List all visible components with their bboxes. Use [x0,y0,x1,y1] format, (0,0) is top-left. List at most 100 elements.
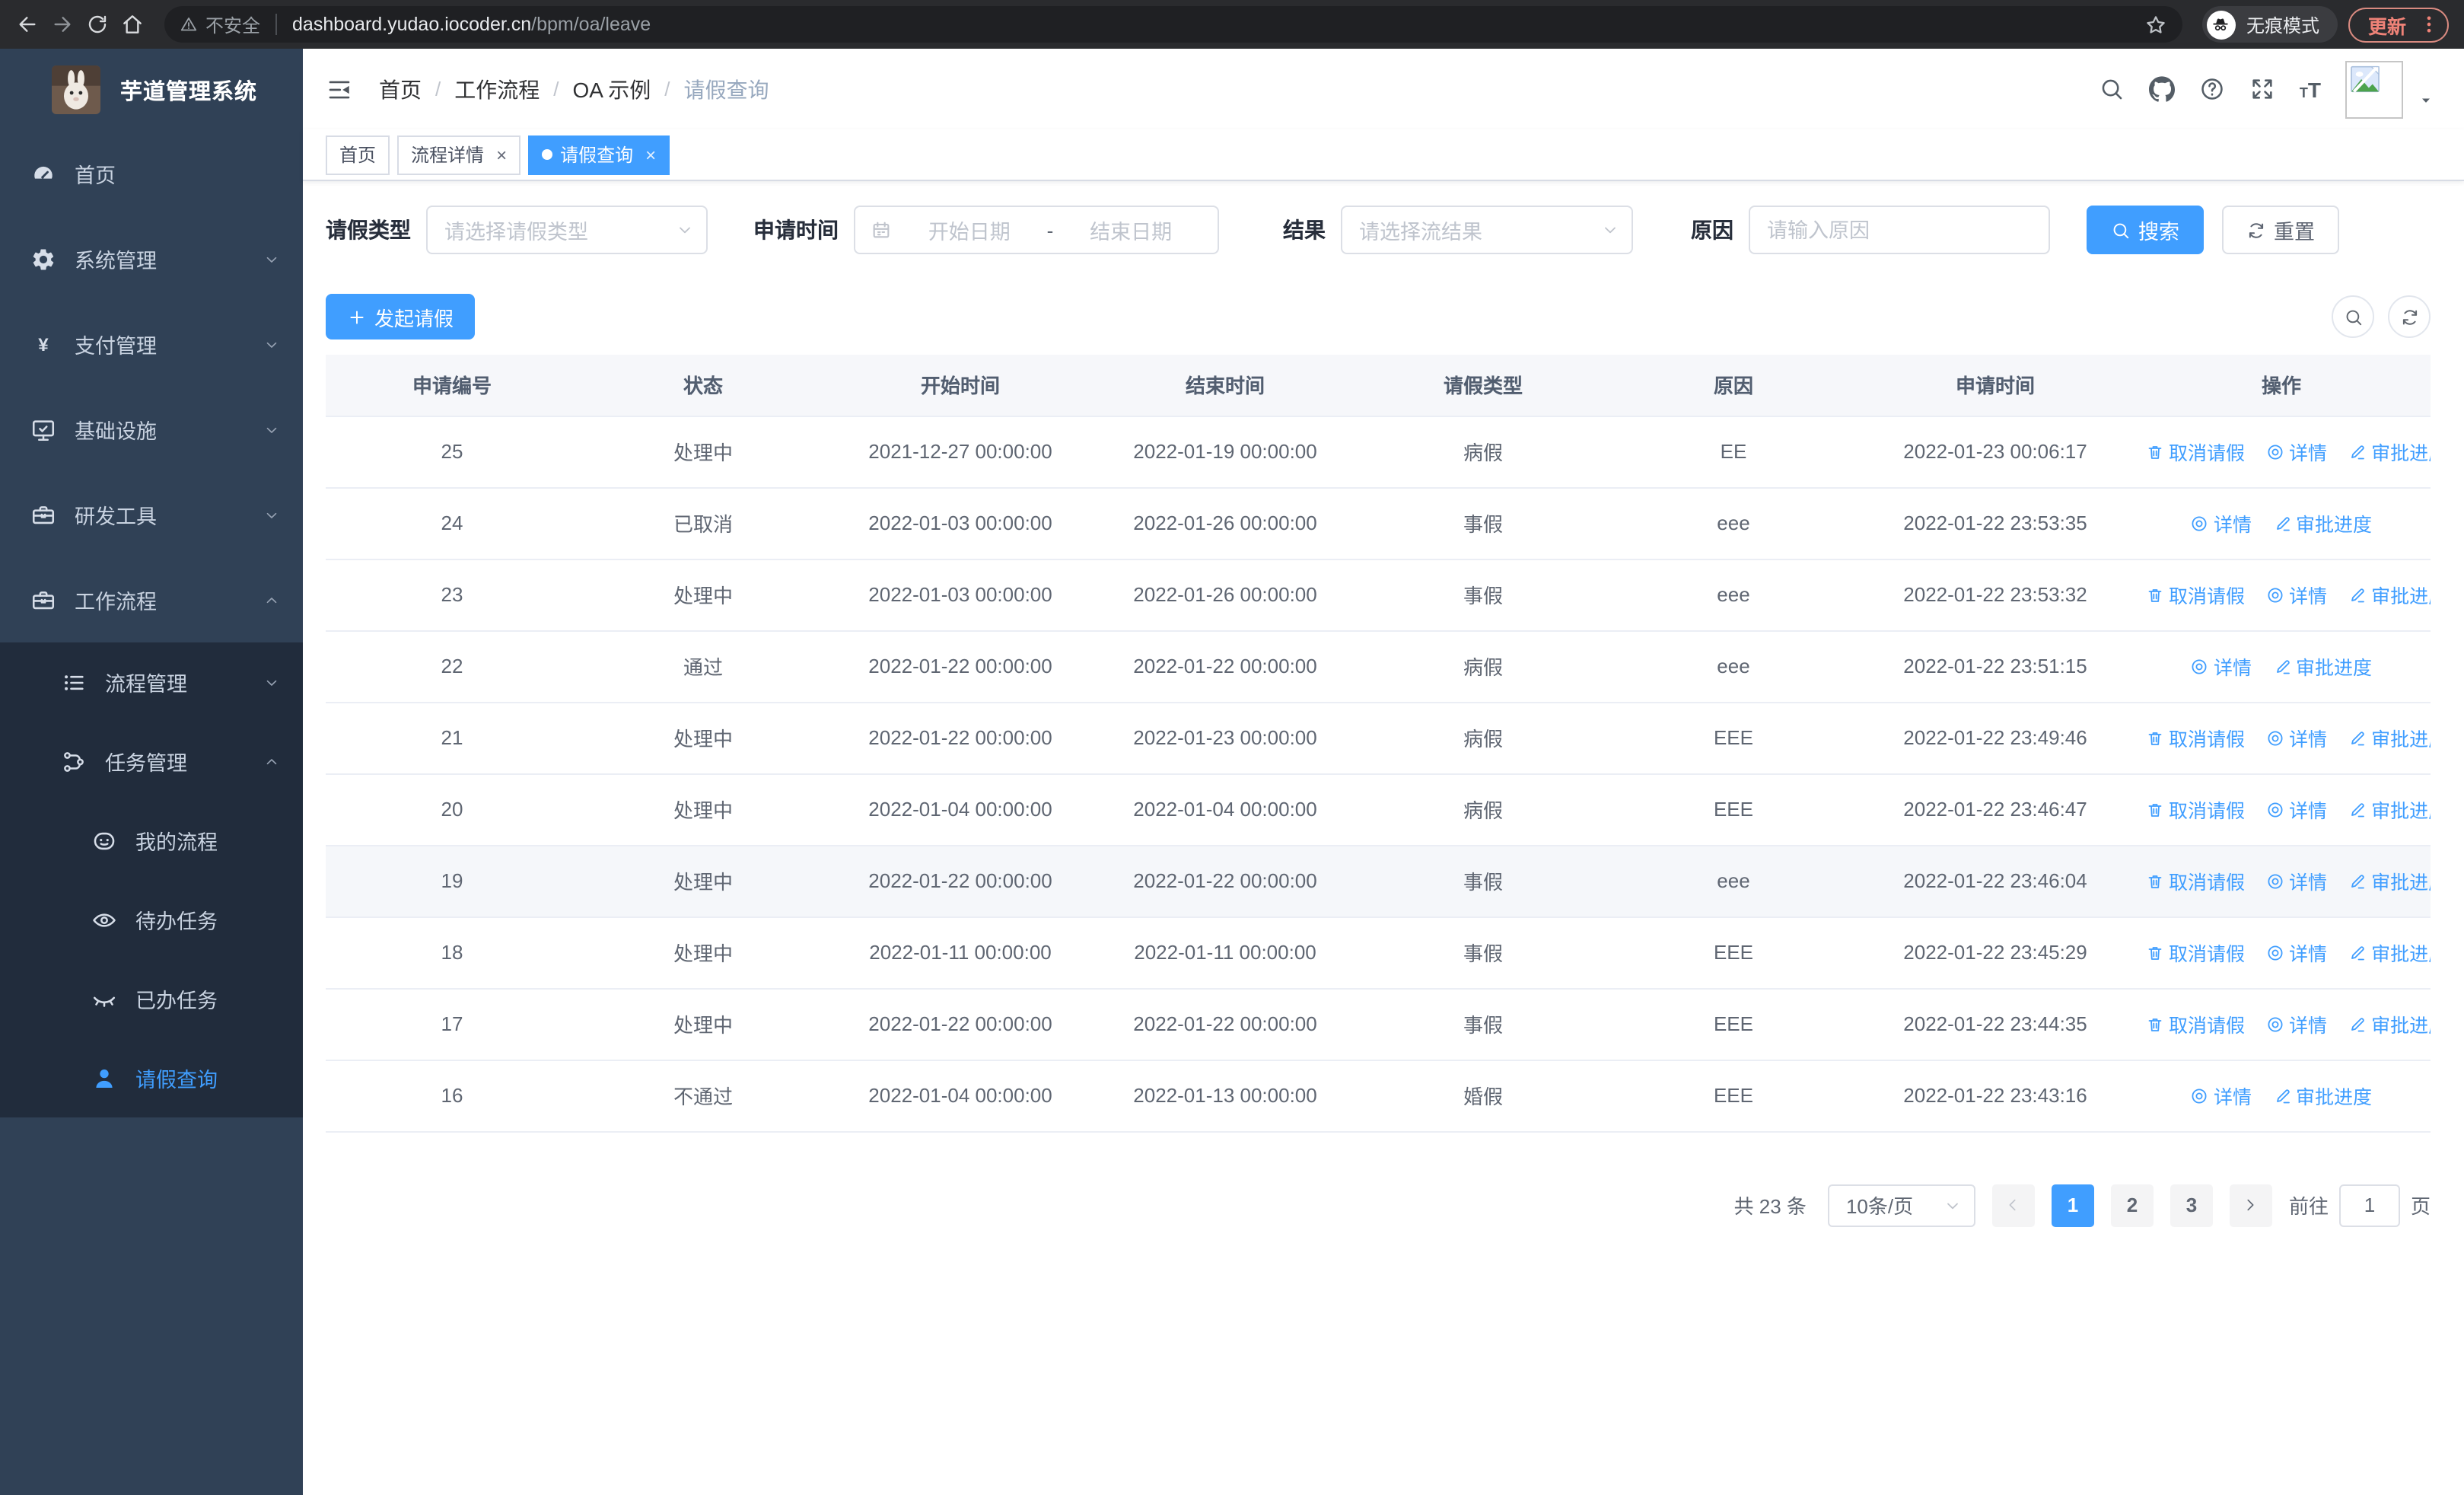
security-indicator[interactable]: 不安全 [180,11,260,37]
breadcrumb-item[interactable]: OA 示例 [573,74,651,104]
search-button[interactable]: 搜索 [2087,206,2204,254]
action-progress-link[interactable]: 审批进度 [2348,795,2431,824]
sidebar-logo-row[interactable]: 芋道管理系统 [0,49,303,131]
action-detail-link[interactable]: 详情 [2266,437,2327,466]
column-header: 原因 [1609,355,1858,416]
action-detail-link[interactable]: 详情 [2191,508,2252,537]
browser-update-button[interactable]: 更新 [2348,7,2449,42]
avatar-caret-icon[interactable] [2418,92,2434,107]
result-select[interactable]: 请选择流结果 [1341,206,1633,254]
reason-label: 原因 [1691,218,1733,242]
sidebar-item-workflow[interactable]: 工作流程 [0,557,303,642]
action-progress-link[interactable]: 审批进度 [2348,938,2431,967]
leave-table: 申请编号 状态 开始时间 结束时间 请假类型 原因 申请时间 操作 25 处理中 2021-1… [326,355,2431,1132]
briefcase-icon [30,587,56,613]
address-bar[interactable]: 不安全 dashboard.yudao.iocoder.cn/bpm/oa/le… [164,6,2182,43]
action-progress-link[interactable]: 审批进度 [2273,652,2372,681]
action-progress-link[interactable]: 审批进度 [2273,508,2372,537]
header-search-icon[interactable] [2099,76,2125,102]
browser-forward-button[interactable] [50,12,75,37]
action-cancel-link[interactable]: 取消请假 [2146,866,2245,895]
action-progress-link[interactable]: 审批进度 [2348,723,2431,752]
action-detail-link[interactable]: 详情 [2266,938,2327,967]
url-text: dashboard.yudao.iocoder.cn/bpm/oa/leave [292,14,651,35]
reason-field-wrap [1749,206,2050,254]
cell-end-time: 2022-01-26 00:00:00 [1093,487,1358,559]
action-detail-link[interactable]: 详情 [2191,652,2252,681]
action-progress-link[interactable]: 审批进度 [2348,866,2431,895]
toggle-search-button[interactable] [2332,295,2374,338]
prev-page-button[interactable] [1991,1184,2035,1226]
action-detail-link[interactable]: 详情 [2266,723,2327,752]
action-detail-link[interactable]: 详情 [2266,795,2327,824]
sidebar-item-my-process[interactable]: 我的流程 [0,801,303,880]
action-detail-link[interactable]: 详情 [2191,1081,2252,1110]
reset-button[interactable]: 重置 [2222,206,2339,254]
sidebar-item-done-tasks[interactable]: 已办任务 [0,959,303,1038]
sidebar-item-home[interactable]: 首页 [0,131,303,216]
action-cancel-link[interactable]: 取消请假 [2146,723,2245,752]
sidebar-item-infra[interactable]: 基础设施 [0,387,303,472]
refresh-table-button[interactable] [2388,295,2431,338]
page-button-1[interactable]: 1 [2051,1184,2094,1226]
create-leave-button[interactable]: 发起请假 [326,294,476,339]
cell-leave-type: 事假 [1358,916,1609,989]
action-progress-link[interactable]: 审批进度 [2348,580,2431,609]
fullscreen-icon[interactable] [2249,76,2275,102]
page-button-3[interactable]: 3 [2170,1184,2213,1226]
page-button-2[interactable]: 2 [2110,1184,2154,1226]
sidebar-item-leave-query[interactable]: 请假查询 [0,1038,303,1117]
user-avatar[interactable] [2345,60,2403,118]
bookmark-star-icon[interactable] [2144,13,2167,36]
gauge-icon [30,161,56,186]
font-size-icon[interactable]: TT [2300,77,2321,101]
sidebar-item-payment[interactable]: ¥ 支付管理 [0,301,303,387]
cell-leave-type: 病假 [1358,773,1609,846]
browser-reload-button[interactable] [85,12,110,37]
action-cancel-link[interactable]: 取消请假 [2146,795,2245,824]
leave-type-select[interactable]: 请选择请假类型 [426,206,708,254]
tab-home[interactable]: 首页 [326,135,390,174]
action-cancel-link[interactable]: 取消请假 [2146,580,2245,609]
sidebar-item-todo-tasks[interactable]: 待办任务 [0,880,303,959]
tab-close-icon[interactable]: × [496,144,507,165]
tab-close-icon[interactable]: × [645,144,656,165]
help-icon[interactable] [2199,76,2225,102]
action-detail-link[interactable]: 详情 [2266,1009,2327,1038]
sidebar-collapse-button[interactable] [326,75,353,103]
action-progress-link[interactable]: 审批进度 [2348,437,2431,466]
cell-actions: 详情 审批进度 [2132,630,2431,703]
action-detail-link[interactable]: 详情 [2266,866,2327,895]
tab-leave-query[interactable]: 请假查询 × [528,135,670,174]
action-progress-link[interactable]: 审批进度 [2348,1009,2431,1038]
sidebar-item-devtools[interactable]: 研发工具 [0,472,303,557]
action-cancel-link[interactable]: 取消请假 [2146,938,2245,967]
apply-time-range-picker[interactable]: 开始日期 - 结束日期 [854,206,1219,254]
tab-process-detail[interactable]: 流程详情 × [397,135,521,174]
cell-apply-time: 2022-01-22 23:45:29 [1858,916,2132,989]
calendar-icon [871,219,892,241]
cell-actions: 取消请假详情审批进度 [2132,416,2431,488]
breadcrumb-item[interactable]: 首页 [379,74,422,104]
browser-home-button[interactable] [120,12,145,37]
reason-input[interactable] [1767,218,2032,241]
browser-menu-icon[interactable] [2418,14,2440,35]
sidebar-item-task-mgmt[interactable]: 任务管理 [0,722,303,801]
cell-apply-time: 2022-01-22 23:49:46 [1858,702,2132,774]
app-logo [52,65,100,114]
sidebar-item-system[interactable]: 系统管理 [0,216,303,301]
end-date-input[interactable]: 结束日期 [1059,215,1202,245]
github-icon[interactable] [2148,76,2175,102]
next-page-button[interactable] [2229,1184,2272,1226]
browser-back-button[interactable] [15,12,40,37]
action-progress-link[interactable]: 审批进度 [2273,1081,2372,1110]
action-detail-link[interactable]: 详情 [2266,580,2327,609]
sidebar-item-process-mgmt[interactable]: 流程管理 [0,642,303,722]
action-cancel-link[interactable]: 取消请假 [2146,1009,2245,1038]
incognito-label: 无痕模式 [2246,14,2319,36]
goto-page-input[interactable] [2338,1184,2400,1226]
breadcrumb-item[interactable]: 工作流程 [454,74,540,104]
start-date-input[interactable]: 开始日期 [898,215,1041,245]
action-cancel-link[interactable]: 取消请假 [2146,437,2245,466]
page-size-select[interactable]: 10条/页 [1827,1184,1975,1226]
